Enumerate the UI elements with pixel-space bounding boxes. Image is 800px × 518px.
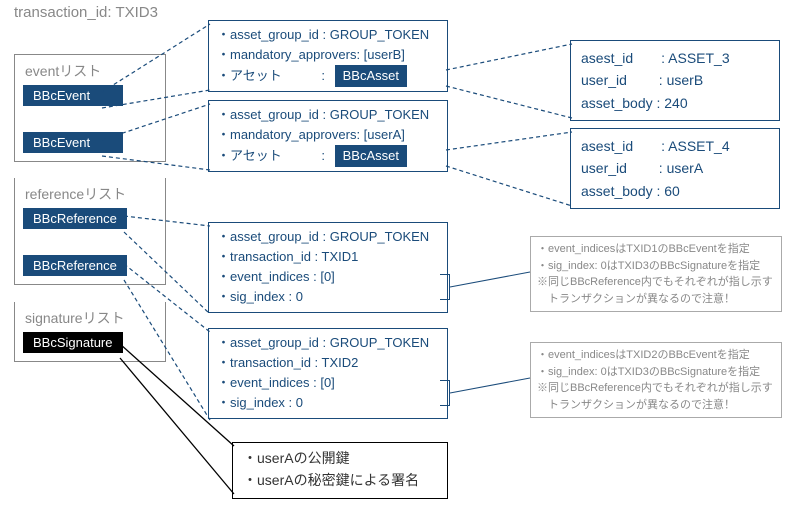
detail-line: ・mandatory_approvers: [userB] <box>217 45 439 65</box>
note-line: ・event_indicesはTXID2のBBcEventを指定 <box>537 347 775 364</box>
bbcevent-tag-1: BBcEvent <box>23 132 123 153</box>
sig-line: ・userAの公開鍵 <box>243 447 437 469</box>
reference-detail-0: ・asset_group_id : GROUP_TOKEN ・transacti… <box>208 222 448 313</box>
detail-line: ・アセット : BBcAsset <box>217 145 439 167</box>
detail-line: ・event_indices : [0] <box>217 267 439 287</box>
note-line: ・sig_index: 0はTXID3のBBcSignatureを指定 <box>537 258 775 275</box>
detail-line: ・asset_group_id : GROUP_TOKEN <box>217 227 439 247</box>
detail-line: ・event_indices : [0] <box>217 373 439 393</box>
asset-line: user_id : userA <box>581 157 769 179</box>
reference-list-title: referenceリスト <box>15 178 165 208</box>
event-list-box: eventリスト BBcEvent BBcEvent <box>14 54 166 162</box>
bracket-1 <box>440 380 450 406</box>
bbcreference-tag-0: BBcReference <box>23 208 127 229</box>
note-line: ・sig_index: 0はTXID3のBBcSignatureを指定 <box>537 364 775 381</box>
detail-line: ・asset_group_id : GROUP_TOKEN <box>217 105 439 125</box>
asset-line: asest_id : ASSET_4 <box>581 135 769 157</box>
detail-line: ・asset_group_id : GROUP_TOKEN <box>217 333 439 353</box>
event-detail-1: ・asset_group_id : GROUP_TOKEN ・mandatory… <box>208 100 448 172</box>
signature-list-title: signatureリスト <box>15 302 165 332</box>
bbcreference-tag-1: BBcReference <box>23 255 127 276</box>
asset-line: asset_body : 60 <box>581 180 769 202</box>
note-line: ※同じBBcReference内でもそれぞれが指し示す <box>537 274 775 291</box>
note-line: トランザクションが異なるので注意！ <box>537 397 775 414</box>
note-line: ・event_indicesはTXID1のBBcEventを指定 <box>537 241 775 258</box>
asset-box-0: asest_id : ASSET_3 user_id : userB asset… <box>570 40 780 121</box>
detail-line: ・transaction_id : TXID1 <box>217 247 439 267</box>
asset-line: user_id : userB <box>581 69 769 91</box>
note-line: ※同じBBcReference内でもそれぞれが指し示す <box>537 380 775 397</box>
note-box-0: ・event_indicesはTXID1のBBcEventを指定 ・sig_in… <box>530 236 782 312</box>
sig-line: ・userAの秘密鍵による署名 <box>243 469 437 491</box>
event-detail-0: ・asset_group_id : GROUP_TOKEN ・mandatory… <box>208 20 448 92</box>
bbcevent-tag-0: BBcEvent <box>23 85 123 106</box>
detail-line: ・transaction_id : TXID2 <box>217 353 439 373</box>
detail-line: ・sig_index : 0 <box>217 393 439 413</box>
asset-box-1: asest_id : ASSET_4 user_id : userA asset… <box>570 128 780 209</box>
signature-detail: ・userAの公開鍵 ・userAの秘密鍵による署名 <box>232 442 448 499</box>
bbcasset-inline-0: BBcAsset <box>335 65 407 87</box>
bbcasset-inline-1: BBcAsset <box>335 145 407 167</box>
bbcsignature-tag: BBcSignature <box>23 332 123 353</box>
signature-list-box: signatureリスト BBcSignature <box>14 302 166 362</box>
reference-list-box: referenceリスト BBcReference BBcReference <box>14 178 166 285</box>
detail-line: ・mandatory_approvers: [userA] <box>217 125 439 145</box>
detail-line: ・sig_index : 0 <box>217 287 439 307</box>
reference-detail-1: ・asset_group_id : GROUP_TOKEN ・transacti… <box>208 328 448 419</box>
asset-line: asset_body : 240 <box>581 92 769 114</box>
event-list-title: eventリスト <box>15 55 165 85</box>
transaction-id-label: transaction_id: TXID3 <box>14 4 158 21</box>
detail-line: ・アセット : BBcAsset <box>217 65 439 87</box>
detail-line: ・asset_group_id : GROUP_TOKEN <box>217 25 439 45</box>
note-box-1: ・event_indicesはTXID2のBBcEventを指定 ・sig_in… <box>530 342 782 418</box>
asset-line: asest_id : ASSET_3 <box>581 47 769 69</box>
note-line: トランザクションが異なるので注意！ <box>537 291 775 308</box>
bracket-0 <box>440 274 450 300</box>
